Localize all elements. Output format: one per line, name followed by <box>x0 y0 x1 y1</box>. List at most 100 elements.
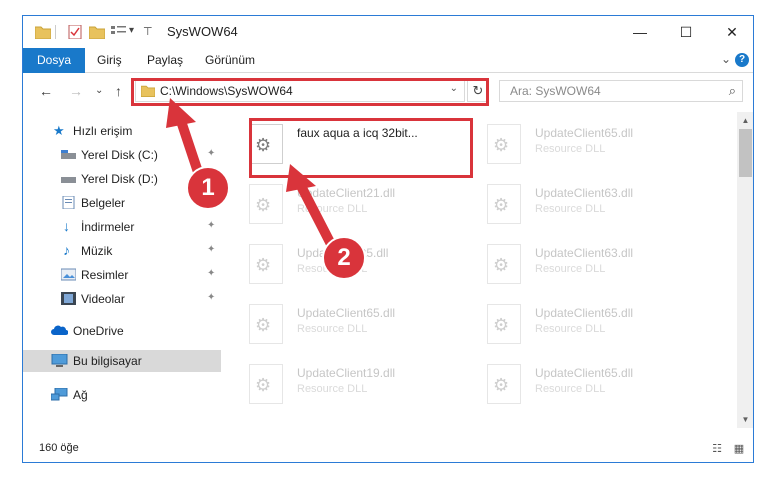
file-name: UpdateClient63.dll <box>535 186 634 200</box>
gear-icon: ⚙ <box>255 255 272 275</box>
status-bar: 160 öğe ☷ ▦ <box>23 436 753 462</box>
sidebar-item-label: Videolar <box>81 292 125 306</box>
vertical-scrollbar[interactable]: ▲ ▼ <box>737 112 753 428</box>
file-item[interactable]: ⚙ UpdateClient19.dll Resource DLL <box>243 356 473 412</box>
explorer-window: ▾ ⊤ SysWOW64 — ☐ ✕ Dosya Giriş Paylaş Gö… <box>22 15 754 463</box>
drive-icon <box>61 177 76 183</box>
dll-file-icon: ⚙ <box>249 184 283 224</box>
file-item[interactable]: ⚙ UpdateClient65.dll Resource DLL <box>243 296 473 352</box>
tab-share[interactable]: Paylaş <box>147 48 183 72</box>
file-item[interactable]: ⚙ UpdateClient65.dll Resource DLL <box>481 356 711 412</box>
gear-icon: ⚙ <box>255 315 272 335</box>
file-name: UpdateClient21.dll <box>297 186 396 200</box>
scroll-up-icon[interactable]: ▲ <box>737 112 753 129</box>
pin-icon: ✦ <box>207 148 216 159</box>
recent-locations-button[interactable]: ⌄ <box>95 85 103 96</box>
tab-home[interactable]: Giriş <box>97 48 122 72</box>
sidebar-item-local-disk-c[interactable]: Yerel Disk (C:) ✦ <box>23 144 221 166</box>
file-type: Resource DLL <box>535 143 606 155</box>
file-name: UpdateClient65.dll <box>535 306 634 320</box>
pin-icon: ✦ <box>207 244 216 255</box>
window-title: SysWOW64 <box>167 24 238 39</box>
navigation-pane: ★ Hızlı erişim Yerel Disk (C:) ✦ Yerel D… <box>23 116 221 436</box>
sidebar-item-label: Resimler <box>81 268 129 282</box>
file-item[interactable]: ⚙ UpdateClient65.dll Resource DLL <box>481 116 711 172</box>
scroll-down-icon[interactable]: ▼ <box>737 411 753 428</box>
file-name: UpdateClient65.dll <box>297 306 396 320</box>
folder-icon[interactable] <box>35 25 51 39</box>
file-type: Resource DLL <box>297 203 368 215</box>
dll-file-icon: ⚙ <box>487 184 521 224</box>
sidebar-item-videos[interactable]: Videolar ✦ <box>23 288 221 310</box>
pin-icon: ✦ <box>207 220 216 231</box>
sidebar-item-music[interactable]: ♪ Müzik ✦ <box>23 240 221 262</box>
pin-icon: ✦ <box>207 292 216 303</box>
file-item[interactable]: ⚙ UpdateClient21.dll Resource DLL <box>243 176 473 232</box>
customize-toolbar-icon[interactable] <box>111 25 127 39</box>
dll-file-icon: ⚙ <box>487 124 521 164</box>
sidebar-item-label: Yerel Disk (C:) <box>81 148 158 162</box>
up-button[interactable]: ↑ <box>115 83 122 99</box>
sidebar-item-label: Yerel Disk (D:) <box>81 172 158 186</box>
properties-icon[interactable] <box>67 25 83 39</box>
gear-icon: ⚙ <box>255 195 272 215</box>
search-placeholder: Ara: SysWOW64 <box>510 84 601 98</box>
gear-icon: ⚙ <box>493 135 510 155</box>
tab-view[interactable]: Görünüm <box>205 48 255 72</box>
video-icon <box>61 292 76 305</box>
file-type: Resource DLL <box>535 263 606 275</box>
file-type: Resource DLL <box>535 203 606 215</box>
details-view-icon[interactable]: ☷ <box>709 442 725 456</box>
back-button[interactable]: ← <box>39 83 53 99</box>
file-name: UpdateClient19.dll <box>297 366 396 380</box>
dll-file-icon: ⚙ <box>249 244 283 284</box>
sidebar-item-label: Ağ <box>73 388 88 402</box>
file-highlight-box <box>249 118 473 178</box>
sidebar-item-label: Belgeler <box>81 196 126 210</box>
item-count: 160 öğe <box>39 442 79 454</box>
music-icon: ♪ <box>63 242 70 258</box>
drive-icon <box>61 150 76 159</box>
close-button[interactable]: ✕ <box>709 16 753 48</box>
sidebar-item-network[interactable]: Ağ <box>23 384 221 406</box>
search-input[interactable]: Ara: SysWOW64 ⌕ <box>499 80 743 102</box>
gear-icon: ⚙ <box>493 195 510 215</box>
cloud-icon <box>51 325 68 335</box>
sidebar-item-pictures[interactable]: Resimler ✦ <box>23 264 221 286</box>
dll-file-icon: ⚙ <box>487 244 521 284</box>
file-item[interactable]: ⚙ UpdateClient65.dll Resource DLL <box>481 296 711 352</box>
star-icon: ★ <box>53 123 65 138</box>
sidebar-item-this-pc[interactable]: Bu bilgisayar <box>23 350 221 372</box>
ribbon-expand-icon[interactable]: ⌄ <box>721 52 731 66</box>
qat-dropdown-icon[interactable]: ▾ <box>129 25 134 36</box>
large-icons-view-icon[interactable]: ▦ <box>731 442 747 456</box>
minimize-button[interactable]: — <box>617 16 663 48</box>
qat-separator <box>55 25 56 39</box>
dll-file-icon: ⚙ <box>487 364 521 404</box>
documents-icon <box>62 196 75 209</box>
sidebar-item-downloads[interactable]: ↓ İndirmeler ✦ <box>23 216 221 238</box>
gear-icon: ⚙ <box>493 255 510 275</box>
scrollbar-thumb[interactable] <box>739 129 752 177</box>
file-type: Resource DLL <box>535 323 606 335</box>
pin-icon: ✦ <box>207 268 216 279</box>
file-item[interactable]: ⚙ UpdateClient63.dll Resource DLL <box>481 236 711 292</box>
help-icon[interactable]: ? <box>735 53 749 67</box>
sidebar-item-label: Bu bilgisayar <box>73 354 142 368</box>
sidebar-item-label: İndirmeler <box>81 220 135 234</box>
new-folder-icon[interactable] <box>89 25 105 39</box>
sidebar-item-quick-access[interactable]: ★ Hızlı erişim <box>23 120 221 142</box>
file-type: Resource DLL <box>535 383 606 395</box>
file-name: UpdateClient65.dll <box>535 126 634 140</box>
dll-file-icon: ⚙ <box>487 304 521 344</box>
step-1-callout: 1 <box>186 166 230 210</box>
ribbon-tabs: Dosya Giriş Paylaş Görünüm ⌄ ? <box>23 48 753 104</box>
forward-button[interactable]: → <box>69 83 83 99</box>
file-item[interactable]: ⚙ UpdateClient63.dll Resource DLL <box>481 176 711 232</box>
download-icon: ↓ <box>63 218 70 234</box>
pictures-icon <box>61 268 76 281</box>
maximize-button[interactable]: ☐ <box>663 16 709 48</box>
search-icon[interactable]: ⌕ <box>729 83 736 99</box>
sidebar-item-onedrive[interactable]: OneDrive <box>23 320 221 342</box>
pin-toolbar-icon[interactable]: ⊤ <box>143 25 153 38</box>
